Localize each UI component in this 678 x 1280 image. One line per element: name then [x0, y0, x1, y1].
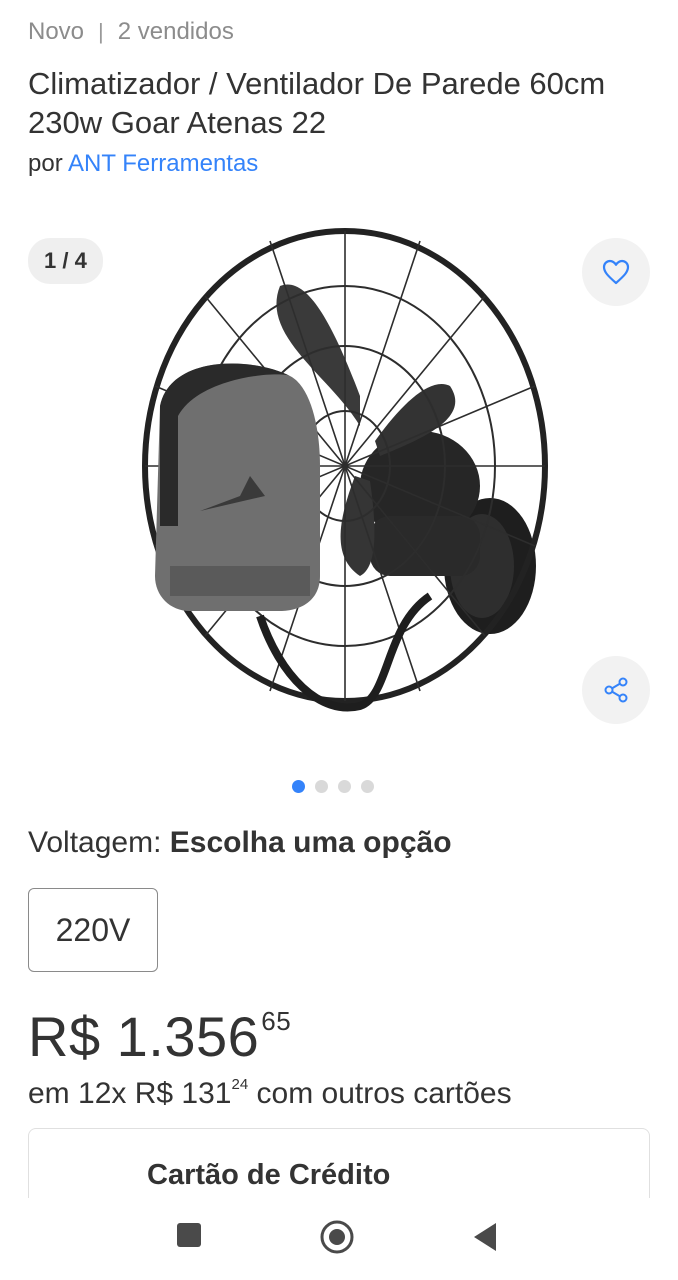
image-counter: 1 / 4 — [28, 238, 103, 284]
seller-prefix: por — [28, 150, 63, 177]
seller-link[interactable]: ANT Ferramentas — [68, 150, 258, 177]
share-icon — [604, 677, 628, 703]
pagination-dot[interactable] — [315, 780, 328, 793]
favorite-button[interactable] — [582, 238, 650, 306]
sold-count: 2 vendidos — [117, 18, 234, 45]
variant-label: Voltagem: Escolha uma opção — [28, 826, 452, 860]
listing-meta: Novo | 2 vendidos — [28, 18, 234, 46]
system-navigation-bar — [0, 1198, 678, 1280]
price-amount: 1.356 — [116, 1005, 260, 1068]
home-circle-icon[interactable] — [320, 1220, 354, 1254]
installment-suffix: com outros cartões — [256, 1077, 512, 1110]
seller-line: por ANT Ferramentas — [28, 150, 258, 178]
pagination-dot[interactable] — [292, 780, 305, 793]
product-gallery[interactable]: 1 / 4 — [0, 216, 678, 776]
heart-icon — [602, 259, 630, 285]
recents-square-icon[interactable] — [176, 1222, 202, 1248]
share-button[interactable] — [582, 656, 650, 724]
meta-separator: | — [98, 19, 104, 44]
product-title: Climatizador / Ventilador De Parede 60cm… — [28, 66, 606, 140]
back-triangle-icon[interactable] — [472, 1222, 498, 1252]
price-currency: R$ — [28, 1005, 101, 1068]
variant-label-text: Voltagem: — [28, 826, 162, 859]
pagination-dot[interactable] — [361, 780, 374, 793]
installment-cents: 24 — [231, 1076, 249, 1093]
payment-card-title: Cartão de Crédito — [147, 1159, 391, 1191]
variant-value: Escolha uma opção — [169, 826, 452, 859]
installment-prefix: em 12x R$ — [28, 1077, 174, 1110]
price-cents: 65 — [261, 1006, 292, 1036]
gallery-pagination — [0, 780, 672, 793]
product-image[interactable] — [130, 226, 550, 766]
pagination-dot[interactable] — [338, 780, 351, 793]
installment-info: em 12x R$ 13124 com outros cartões — [28, 1076, 512, 1111]
installment-amount: 131 — [181, 1077, 232, 1110]
voltage-option-220v[interactable]: 220V — [28, 888, 158, 972]
condition-label: Novo — [28, 18, 85, 45]
product-price: R$ 1.35665 — [28, 1004, 291, 1069]
